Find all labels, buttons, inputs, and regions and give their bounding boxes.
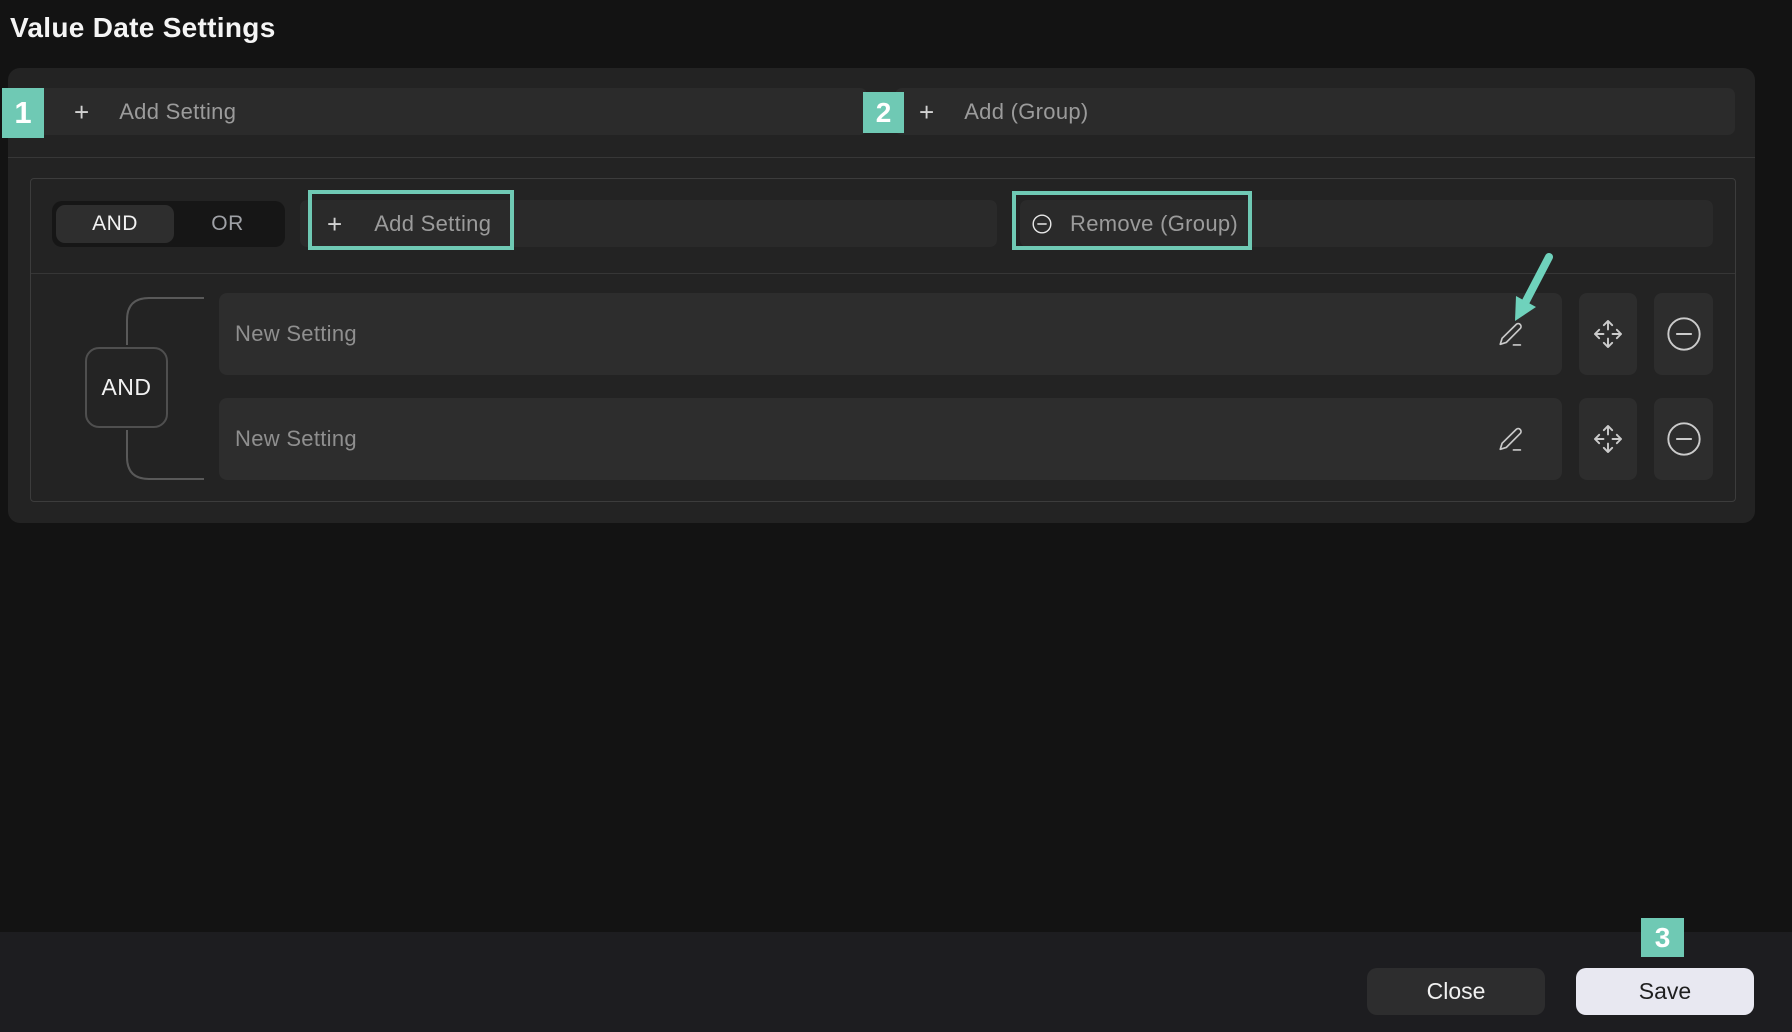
value-date-settings-dialog: Value Date Settings + Add Setting + Add … (0, 0, 1792, 1032)
step-badge-1: 1 (2, 88, 44, 138)
page-title: Value Date Settings (10, 12, 276, 44)
setting-row[interactable]: New Setting (219, 398, 1562, 480)
save-button[interactable]: Save (1576, 968, 1754, 1015)
minus-circle-icon (1665, 315, 1703, 353)
add-group-header-button[interactable]: + Add (Group) (895, 88, 1735, 135)
edit-row-button[interactable] (1497, 426, 1524, 453)
header-divider (8, 157, 1755, 158)
add-setting-header-button[interactable]: + Add Setting (30, 88, 867, 135)
move-row-button[interactable] (1579, 293, 1637, 375)
group-add-setting-label: Add Setting (374, 211, 491, 237)
pencil-icon (1497, 321, 1524, 348)
remove-group-label: Remove (Group) (1070, 211, 1238, 237)
step-badge-3: 3 (1641, 918, 1684, 957)
group-remove-button[interactable]: Remove (Group) (1020, 200, 1713, 247)
remove-row-button[interactable] (1654, 293, 1713, 375)
setting-row[interactable]: New Setting (219, 293, 1562, 375)
move-arrows-icon (1591, 317, 1625, 351)
and-connector-badge: AND (85, 347, 168, 428)
group-add-setting-button[interactable]: + Add Setting (300, 200, 997, 247)
close-button[interactable]: Close (1367, 968, 1545, 1015)
plus-icon: + (74, 99, 89, 125)
minus-circle-icon (1031, 213, 1053, 235)
edit-row-button[interactable] (1497, 321, 1524, 348)
toolbar-divider (31, 273, 1735, 274)
plus-icon: + (919, 99, 934, 125)
move-arrows-icon (1591, 422, 1625, 456)
setting-row-placeholder: New Setting (235, 426, 357, 452)
toggle-option-and[interactable]: AND (56, 205, 174, 243)
setting-row-placeholder: New Setting (235, 321, 357, 347)
add-group-label: Add (Group) (964, 99, 1088, 125)
pencil-icon (1497, 426, 1524, 453)
remove-row-button[interactable] (1654, 398, 1713, 480)
add-setting-label: Add Setting (119, 99, 236, 125)
step-badge-2: 2 (863, 92, 904, 133)
and-or-toggle[interactable]: AND OR (52, 201, 285, 247)
toggle-option-or[interactable]: OR (174, 212, 281, 236)
minus-circle-icon (1665, 420, 1703, 458)
plus-icon: + (327, 211, 342, 237)
move-row-button[interactable] (1579, 398, 1637, 480)
